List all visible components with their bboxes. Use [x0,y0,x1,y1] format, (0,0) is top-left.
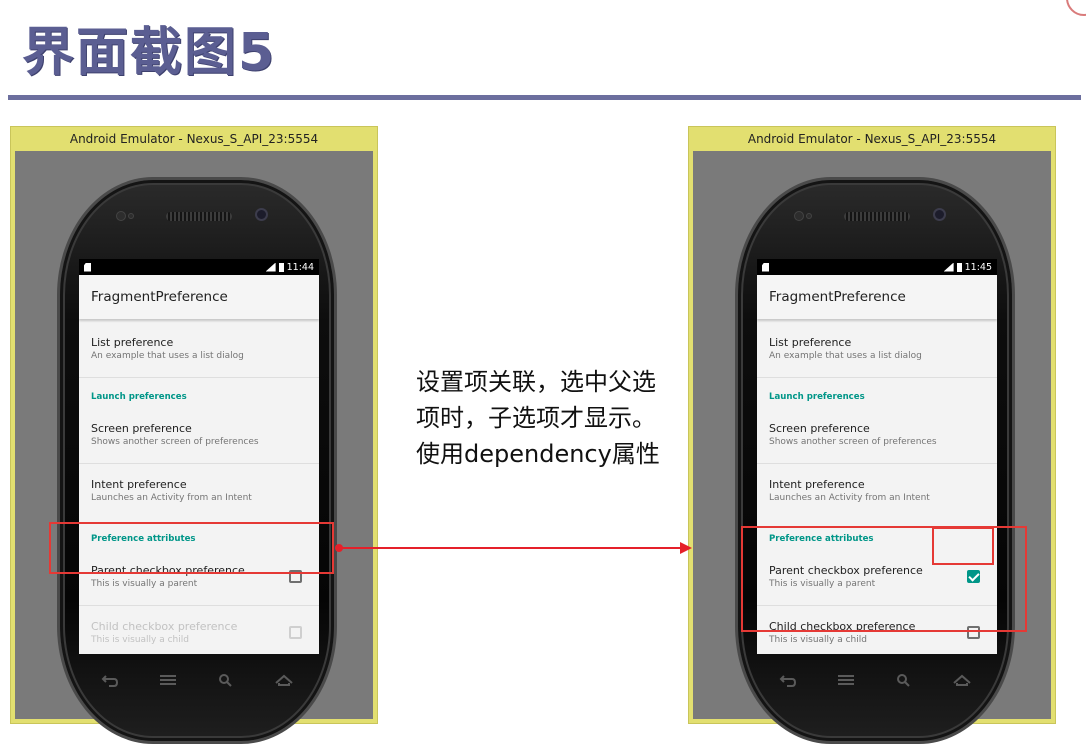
pref-summary: An example that uses a list dialog [91,351,244,361]
home-icon[interactable] [952,673,972,687]
emulator-window-right: Android Emulator - Nexus_S_API_23:5554 1… [688,126,1056,744]
status-bar: 11:44 [79,259,319,275]
pref-summary: Shows another screen of preferences [91,437,259,447]
category-launch: Launch preferences [91,392,187,402]
home-icon[interactable] [274,673,294,687]
back-icon[interactable] [778,673,798,687]
phone-speaker [844,212,910,221]
emulator-title-left: Android Emulator - Nexus_S_API_23:5554 [69,132,319,146]
status-time: 11:45 [964,261,992,273]
app-bar-title: FragmentPreference [757,275,997,319]
phone-sensor [806,213,812,219]
app-bar-title: FragmentPreference [79,275,319,319]
pref-title: Intent preference [769,478,865,491]
pref-summary: An example that uses a list dialog [769,351,922,361]
title-rule [8,95,1081,100]
slide-title: 界面截图5 [22,23,277,83]
signal-icon [265,262,276,272]
pref-title: List preference [769,336,852,349]
battery-icon [956,262,962,272]
phone-sensor [116,211,126,221]
pref-summary: Shows another screen of preferences [769,437,937,447]
emulator-title-right: Android Emulator - Nexus_S_API_23:5554 [747,132,997,146]
emulator-window-left: Android Emulator - Nexus_S_API_23:5554 1… [10,126,378,744]
menu-icon[interactable] [158,673,178,687]
search-icon[interactable] [894,673,914,687]
child-checkbox [289,626,302,639]
search-icon[interactable] [216,673,236,687]
arrow-head-icon [680,542,692,554]
emulator-frame: 11:44 FragmentPreference List preference… [15,151,373,744]
signal-icon [943,262,954,272]
nav-bar [100,673,294,687]
pref-summary: Launches an Activity from an Intent [769,493,930,503]
sd-card-icon [762,262,769,272]
emulator-frame: 11:45 FragmentPreference List preference… [693,151,1051,744]
back-icon[interactable] [100,673,120,687]
pref-summary: This is visually a parent [91,579,198,589]
screen-preference[interactable]: Screen preference Shows another screen o… [757,408,997,464]
highlight-checkbox-right [932,527,994,565]
connector-arrow [339,547,681,549]
phone-body: 11:45 FragmentPreference List preference… [735,177,1015,744]
child-checkbox-preference: Child checkbox preference This is visual… [79,606,319,654]
phone-sensor [128,213,134,219]
sd-card-icon [84,262,91,272]
pref-title: Intent preference [91,478,187,491]
pref-title: Screen preference [769,422,870,435]
screen-preference[interactable]: Screen preference Shows another screen o… [79,408,319,464]
pref-title: Screen preference [91,422,192,435]
phone-body: 11:44 FragmentPreference List preference… [57,177,337,744]
corner-decoration [1066,0,1086,16]
status-time: 11:44 [286,261,314,273]
pref-summary: This is visually a child [769,635,867,645]
preference-list[interactable]: List preference An example that uses a l… [79,319,319,654]
phone-screen: 11:44 FragmentPreference List preference… [79,259,319,654]
battery-icon [278,262,284,272]
category-launch: Launch preferences [769,392,865,402]
status-bar: 11:45 [757,259,997,275]
list-preference[interactable]: List preference An example that uses a l… [757,322,997,378]
list-preference[interactable]: List preference An example that uses a l… [79,322,319,378]
phone-speaker [166,212,232,221]
annotation-note: 设置项关联，选中父选项时，子选项才显示。使用dependency属性 [416,368,660,468]
intent-preference[interactable]: Intent preference Launches an Activity f… [757,464,997,520]
intent-preference[interactable]: Intent preference Launches an Activity f… [79,464,319,520]
menu-icon[interactable] [836,673,856,687]
phone-camera [255,208,268,221]
pref-summary: This is visually a child [91,635,189,645]
pref-title: List preference [91,336,174,349]
phone-sensor [794,211,804,221]
nav-bar [778,673,972,687]
pref-title: Child checkbox preference [91,620,238,633]
phone-camera [933,208,946,221]
pref-summary: Launches an Activity from an Intent [91,493,252,503]
highlight-parent-left [49,522,334,574]
